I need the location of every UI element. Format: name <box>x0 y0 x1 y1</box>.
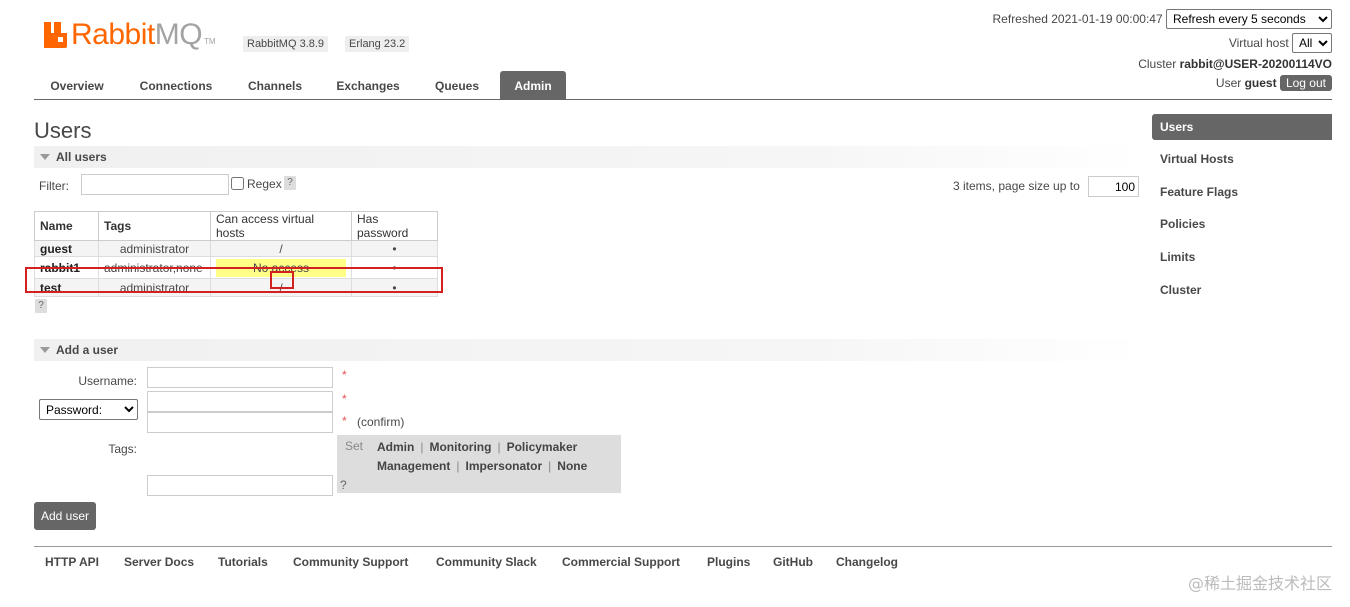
tags-input[interactable] <box>147 475 333 496</box>
cluster-label: Cluster <box>1138 57 1177 71</box>
footer-link-community-slack[interactable]: Community Slack <box>436 555 537 569</box>
tab-overview[interactable]: Overview <box>34 71 120 99</box>
required-marker: * <box>342 368 347 382</box>
tag-admin-link[interactable]: Admin <box>377 440 414 454</box>
sidebar-item-limits[interactable]: Limits <box>1152 244 1332 270</box>
items-count-text: 3 items, page size up to <box>953 179 1080 193</box>
tags-label: Tags: <box>108 442 137 456</box>
regex-checkbox[interactable] <box>231 177 244 190</box>
filter-label: Filter: <box>39 179 69 193</box>
vhost-label: Virtual host <box>1228 36 1289 50</box>
footer-link-changelog[interactable]: Changelog <box>836 555 898 569</box>
regex-label: Regex <box>247 177 282 191</box>
sidebar-item-policies[interactable]: Policies <box>1152 211 1332 237</box>
separator: | <box>497 440 501 454</box>
footer-link-community-support[interactable]: Community Support <box>293 555 408 569</box>
tag-presets-row-2: Management | Impersonator | None <box>377 459 587 473</box>
separator: | <box>456 459 460 473</box>
tab-admin[interactable]: Admin <box>500 71 566 99</box>
tag-policymaker-link[interactable]: Policymaker <box>507 440 578 454</box>
col-header-tags[interactable]: Tags <box>98 211 211 241</box>
col-header-name[interactable]: Name <box>34 211 99 241</box>
page-size-input[interactable] <box>1088 176 1139 197</box>
rabbitmq-logo-icon <box>44 22 67 48</box>
sidebar-item-cluster[interactable]: Cluster <box>1152 277 1332 303</box>
password-input[interactable] <box>147 391 333 412</box>
vhost-select[interactable]: All <box>1292 33 1332 53</box>
logo-trademark: TM <box>204 37 216 46</box>
rabbitmq-logo[interactable]: Rabbit MQ TM <box>44 18 216 52</box>
sidebar-item-virtual-hosts[interactable]: Virtual Hosts <box>1152 146 1332 172</box>
page-title: Users <box>34 118 92 143</box>
all-users-section-header[interactable]: All users <box>34 146 1144 168</box>
collapse-triangle-icon <box>40 153 50 160</box>
tag-presets-row-1: Admin | Monitoring | Policymaker <box>377 440 577 454</box>
tags-help-icon[interactable]: ? <box>340 478 347 492</box>
refreshed-timestamp: Refreshed 2021-01-19 00:00:47 <box>992 12 1163 26</box>
col-header-password: Has password <box>351 211 438 241</box>
tag-presets-box: Set Admin | Monitoring | Policymaker Managem… <box>337 435 621 493</box>
tag-monitoring-link[interactable]: Monitoring <box>429 440 491 454</box>
col-header-vhosts: Can access virtual hosts <box>210 211 352 241</box>
logo-text-mq: MQ <box>154 18 203 51</box>
collapse-triangle-icon <box>40 346 50 353</box>
sidebar-item-users[interactable]: Users <box>1152 114 1332 140</box>
required-marker: * <box>342 414 347 428</box>
tab-channels[interactable]: Channels <box>238 71 312 99</box>
tab-exchanges[interactable]: Exchanges <box>328 71 408 99</box>
tag-impersonator-link[interactable]: Impersonator <box>465 459 542 473</box>
password-confirm-input[interactable] <box>147 412 333 433</box>
table-help-icon[interactable]: ? <box>35 299 47 313</box>
username-input[interactable] <box>147 367 333 388</box>
footer-link-github[interactable]: GitHub <box>773 555 813 569</box>
user-vhosts: / <box>210 240 352 257</box>
separator: | <box>420 440 424 454</box>
footer-links: HTTP API Server Docs Tutorials Community… <box>34 546 1332 576</box>
tag-management-link[interactable]: Management <box>377 459 450 473</box>
annotation-highlight-vhost <box>270 271 294 289</box>
confirm-label: (confirm) <box>357 415 405 429</box>
footer-link-http-api[interactable]: HTTP API <box>45 555 99 569</box>
vhost-row: Virtual host All <box>1229 33 1332 53</box>
password-type-select[interactable]: Password: <box>39 399 138 420</box>
sidebar-item-feature-flags[interactable]: Feature Flags <box>1152 179 1332 205</box>
tab-queues[interactable]: Queues <box>426 71 488 99</box>
erlang-version-badge: Erlang 23.2 <box>345 36 410 52</box>
watermark-text: @稀土掘金技术社区 <box>1187 574 1332 593</box>
refresh-row: Refreshed 2021-01-19 00:00:47 Refresh ev… <box>993 9 1332 29</box>
regex-help-icon[interactable]: ? <box>284 176 296 190</box>
tab-connections[interactable]: Connections <box>128 71 224 99</box>
main-nav-tabs: Overview Connections Channels Exchanges … <box>34 71 1332 100</box>
rabbitmq-version-badge: RabbitMQ 3.8.9 <box>243 36 329 52</box>
set-label: Set <box>345 439 364 453</box>
annotation-highlight-row <box>25 267 443 293</box>
refresh-interval-select[interactable]: Refresh every 5 seconds <box>1166 9 1332 29</box>
all-users-title: All users <box>56 150 107 164</box>
footer-link-plugins[interactable]: Plugins <box>707 555 750 569</box>
add-user-section-header[interactable]: Add a user <box>34 339 1144 361</box>
cluster-row: Cluster rabbit@USER-20200114VO <box>1138 57 1332 71</box>
user-name-link[interactable]: guest <box>34 240 99 257</box>
add-user-button[interactable]: Add user <box>34 502 97 530</box>
footer-link-tutorials[interactable]: Tutorials <box>218 555 268 569</box>
table-row: guest administrator / • <box>34 240 438 257</box>
user-tags: administrator <box>98 240 211 257</box>
separator: | <box>548 459 552 473</box>
footer-link-commercial-support[interactable]: Commercial Support <box>562 555 680 569</box>
filter-input[interactable] <box>81 174 229 195</box>
username-label: Username: <box>78 374 137 388</box>
tag-none-link[interactable]: None <box>557 459 587 473</box>
required-marker: * <box>342 392 347 406</box>
cluster-name: rabbit@USER-20200114VO <box>1179 57 1332 71</box>
footer-link-server-docs[interactable]: Server Docs <box>124 555 194 569</box>
logo-text-rabbit: Rabbit <box>71 18 155 51</box>
add-user-title: Add a user <box>56 343 119 357</box>
user-has-password: • <box>351 240 438 257</box>
